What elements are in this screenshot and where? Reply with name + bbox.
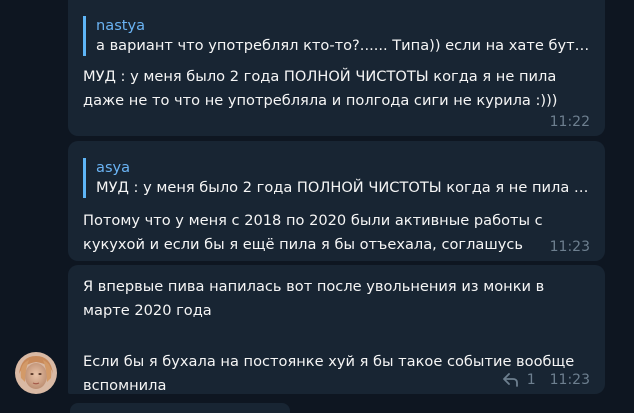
reply-author: nastya (96, 17, 146, 34)
next-message-bubble[interactable] (70, 403, 290, 413)
message-line: марте 2020 года (83, 302, 212, 319)
message-line: Потому что у меня с 2018 по 2020 были ак… (83, 212, 543, 229)
message-meta: 1 11:23 (502, 372, 590, 388)
message-time: 11:22 (549, 114, 590, 130)
message-line: кукухой и если бы я ещё пила я бы отъеха… (83, 236, 523, 253)
message-text: Потому что у меня с 2018 по 2020 были ак… (83, 209, 545, 257)
message-time: 11:23 (549, 239, 590, 255)
reply-author: asya (96, 159, 131, 176)
message-line-blank (83, 323, 585, 350)
message-bubble[interactable]: nastya а вариант что употреблял кто-то?.… (68, 0, 605, 136)
avatar-photo-icon (15, 352, 57, 394)
reply-text: МУД : у меня было 2 года ПОЛНОЙ ЧИСТОТЫ … (96, 179, 591, 196)
message-time: 11:23 (549, 372, 590, 388)
message-line: Если бы я бухала на постоянке хуй я бы т… (83, 353, 575, 370)
message-bubble[interactable]: asya МУД : у меня было 2 года ПОЛНОЙ ЧИС… (68, 141, 605, 261)
reply-text: а вариант что употреблял кто-то?...... Т… (96, 37, 591, 54)
reply-count[interactable]: 1 (527, 372, 536, 388)
user-avatar[interactable] (15, 352, 57, 394)
message-line: МУД : у меня было 2 года ПОЛНОЙ ЧИСТОТЫ … (83, 68, 557, 85)
reply-arrow-icon[interactable] (502, 373, 519, 387)
message-bubble[interactable]: Я впервые пива напилась вот после увольн… (68, 265, 605, 394)
message-line: Я впервые пива напилась вот после увольн… (83, 278, 545, 295)
message-text: МУД : у меня было 2 года ПОЛНОЙ ЧИСТОТЫ … (83, 65, 585, 113)
reply-quote[interactable]: nastya а вариант что употреблял кто-то?.… (83, 16, 591, 56)
reply-quote[interactable]: asya МУД : у меня было 2 года ПОЛНОЙ ЧИС… (83, 158, 591, 198)
message-line: даже не то что не употребляла и полгода … (83, 92, 558, 109)
